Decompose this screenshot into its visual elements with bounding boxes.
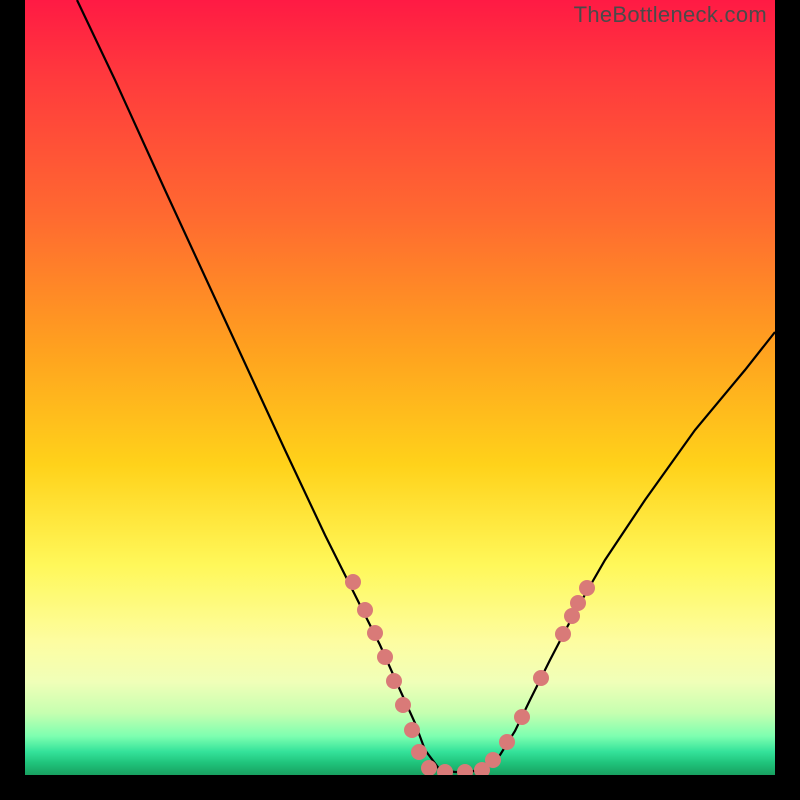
highlight-dot — [411, 744, 427, 760]
chart-overlay — [25, 0, 775, 775]
highlight-dot — [345, 574, 361, 590]
highlight-dot — [579, 580, 595, 596]
highlight-dot — [457, 764, 473, 775]
highlight-dot — [437, 764, 453, 775]
highlight-dot — [570, 595, 586, 611]
highlight-dot — [367, 625, 383, 641]
highlight-dot — [533, 670, 549, 686]
bottleneck-curve — [77, 0, 775, 772]
highlight-dots-group — [345, 574, 595, 775]
highlight-dot — [386, 673, 402, 689]
highlight-dot — [377, 649, 393, 665]
highlight-dot — [499, 734, 515, 750]
highlight-dot — [555, 626, 571, 642]
highlight-dot — [485, 752, 501, 768]
highlight-dot — [514, 709, 530, 725]
chart-frame: TheBottleneck.com — [25, 0, 775, 775]
highlight-dot — [404, 722, 420, 738]
highlight-dot — [395, 697, 411, 713]
highlight-dot — [357, 602, 373, 618]
